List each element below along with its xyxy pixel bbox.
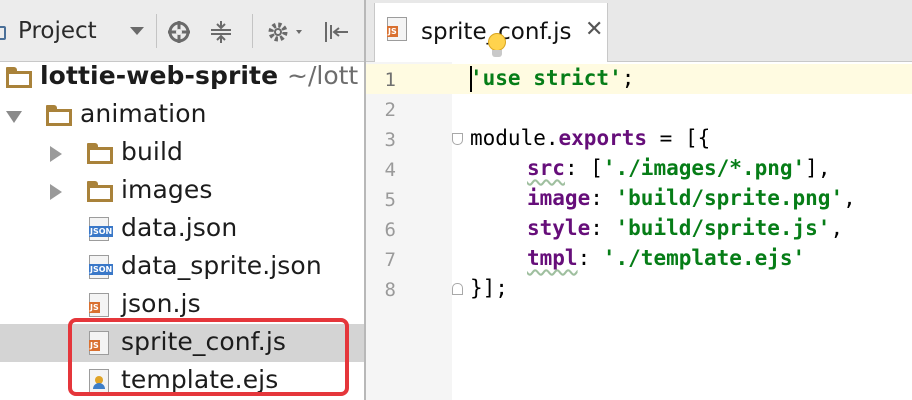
code-token: :	[577, 246, 603, 270]
folder-icon	[46, 105, 72, 126]
code-token: ;	[621, 66, 635, 90]
code-token-string: './images/*.png'	[602, 156, 806, 180]
js-file-icon: JS	[387, 17, 407, 41]
code-token-property: exports	[558, 126, 648, 150]
line-number: 8	[384, 279, 396, 301]
tree-item-root[interactable]: lottie-web-sprite ~/lott	[0, 58, 364, 96]
editor: JS sprite_conf.js ✕ 1 2 3 4 5 6 7 8 'use…	[366, 0, 912, 400]
code-line-8[interactable]: }];	[470, 276, 508, 300]
code-token: }];	[470, 276, 508, 300]
toolbar-divider	[252, 14, 253, 48]
tree-item-label: build	[121, 137, 183, 166]
js-file-icon: JS	[89, 293, 109, 317]
tree-item-label: data_sprite.json	[121, 251, 322, 280]
collapse-arrow-icon[interactable]	[50, 146, 62, 162]
dropdown-icon[interactable]	[130, 27, 144, 35]
code-token: :	[590, 186, 616, 210]
expand-arrow-icon[interactable]	[6, 111, 22, 123]
project-panel: Project lottie-web-sprite ~/lott animati…	[0, 0, 364, 400]
tree-item-label: json.js	[121, 289, 201, 318]
code-token-property: src	[527, 156, 565, 180]
gear-icon[interactable]	[266, 18, 310, 46]
highlight-annotation-box	[68, 318, 349, 396]
hide-panel-icon[interactable]	[322, 18, 352, 46]
folder-icon	[87, 181, 113, 202]
code-token: ,	[830, 216, 844, 240]
folder-icon	[87, 143, 113, 164]
tree-item-animation[interactable]: animation	[0, 96, 364, 134]
tree-item-data-sprite-json[interactable]: JSON data_sprite.json	[0, 248, 364, 286]
target-icon[interactable]	[166, 18, 192, 46]
code-token-string: 'use strict'	[470, 66, 622, 90]
code-token-string: './template.ejs'	[602, 246, 806, 270]
line-number: 4	[384, 159, 396, 181]
code-token-property: image	[527, 186, 591, 210]
folder-icon	[6, 67, 32, 88]
code-line-4[interactable]: src: ['./images/*.png'],	[527, 156, 830, 180]
collapse-all-icon[interactable]	[208, 18, 234, 46]
line-number: 5	[384, 189, 396, 211]
code-line-6[interactable]: style: 'build/sprite.js',	[527, 216, 843, 240]
project-view-title[interactable]: Project	[18, 18, 97, 44]
code-token: ,	[843, 186, 856, 210]
toolbar-divider	[156, 14, 157, 48]
tree-item-path-hint: ~/lott	[287, 61, 359, 90]
code-line-5[interactable]: image: 'build/sprite.png',	[527, 186, 856, 210]
tree-item-label: animation	[80, 99, 207, 128]
code-line-7[interactable]: tmpl: './template.ejs'	[527, 246, 805, 270]
tree-item-label: lottie-web-sprite	[40, 61, 279, 90]
code-token: :	[590, 216, 616, 240]
project-view-icon	[0, 26, 6, 40]
tree-item-build[interactable]: build	[0, 134, 364, 172]
line-number: 3	[384, 129, 396, 151]
code-token: : [	[564, 156, 603, 180]
tree-item-data-json[interactable]: JSON data.json	[0, 210, 364, 248]
code-token: = [{	[647, 126, 711, 150]
line-number: 7	[384, 249, 396, 271]
line-number: 6	[384, 219, 396, 241]
editor-tab-bar: JS sprite_conf.js ✕	[366, 0, 912, 62]
collapse-arrow-icon[interactable]	[50, 184, 62, 200]
json-file-icon: JSON	[89, 255, 114, 279]
code-token-property: style	[527, 216, 591, 240]
code-token-string: 'build/sprite.png'	[615, 186, 844, 210]
code-token-string: 'build/sprite.js'	[615, 216, 831, 240]
line-number: 2	[384, 99, 396, 121]
close-icon[interactable]: ✕	[585, 19, 603, 41]
code-line-1[interactable]: 'use strict';	[470, 66, 634, 90]
code-line-3[interactable]: module.exports = [{	[470, 126, 710, 150]
tree-item-images[interactable]: images	[0, 172, 364, 210]
code-token: module.	[470, 126, 559, 150]
project-toolbar: Project	[0, 0, 364, 62]
json-file-icon: JSON	[89, 217, 114, 241]
tree-item-label: images	[121, 175, 213, 204]
tree-item-label: data.json	[121, 213, 238, 242]
code-token-property: tmpl	[527, 246, 578, 270]
fold-close-icon[interactable]	[452, 283, 463, 295]
lightbulb-icon[interactable]	[485, 33, 509, 63]
fold-open-icon[interactable]	[452, 133, 463, 145]
line-number: 1	[384, 69, 396, 91]
code-token: ],	[805, 156, 831, 180]
